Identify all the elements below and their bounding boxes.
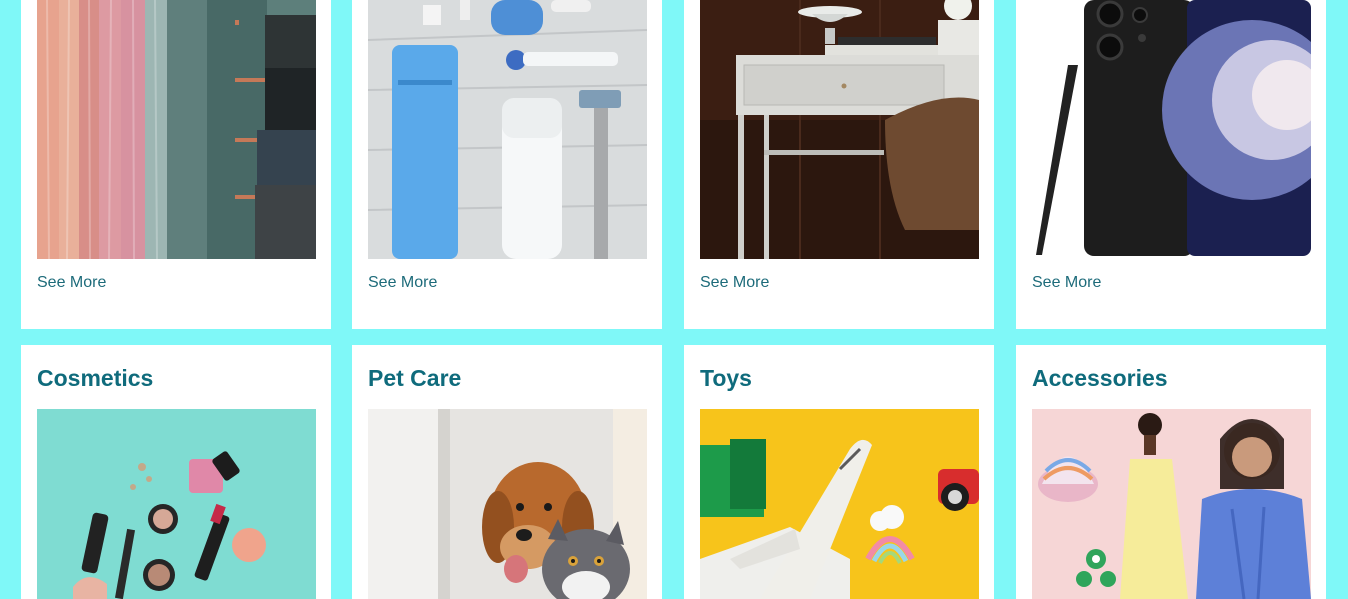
category-title[interactable]: Cosmetics (37, 365, 153, 392)
category-title[interactable]: Toys (700, 365, 752, 392)
category-card-toys: Toys (684, 345, 994, 599)
personal-care-products-image[interactable] (368, 0, 647, 259)
see-more-link[interactable]: See More (1032, 274, 1101, 292)
see-more-link[interactable]: See More (37, 274, 106, 292)
category-title[interactable]: Pet Care (368, 365, 461, 392)
see-more-link[interactable]: See More (368, 274, 437, 292)
fashion-accessories-image[interactable] (1032, 409, 1311, 599)
category-card-pet-care: Pet Care (352, 345, 662, 599)
dog-and-cat-image[interactable] (368, 409, 647, 599)
category-title[interactable]: Accessories (1032, 365, 1168, 392)
category-card: See More (352, 0, 662, 329)
desk-furniture-image[interactable] (700, 0, 979, 259)
toy-airplane-image[interactable] (700, 409, 979, 599)
cosmetics-image[interactable] (37, 409, 316, 599)
see-more-link[interactable]: See More (700, 274, 769, 292)
category-card: See More (684, 0, 994, 329)
category-card-accessories: Accessories (1016, 345, 1326, 599)
curtains-fabric-image[interactable] (37, 0, 316, 259)
category-card: See More (21, 0, 331, 329)
smartphone-image[interactable] (1032, 0, 1311, 259)
category-card: See More (1016, 0, 1326, 329)
category-card-cosmetics: Cosmetics (21, 345, 331, 599)
